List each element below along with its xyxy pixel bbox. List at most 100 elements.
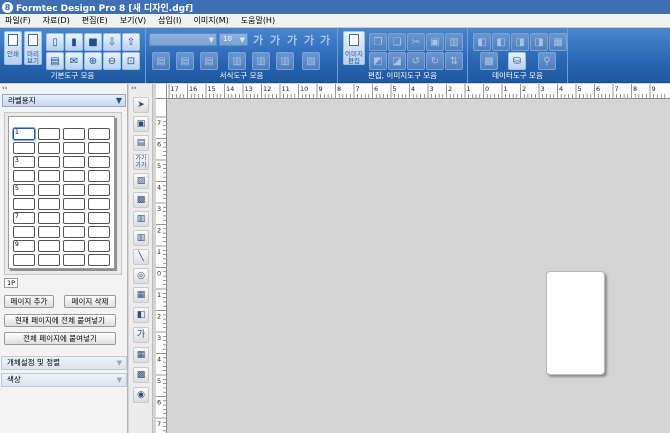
label-cell[interactable] [63,212,85,224]
clipart-tool[interactable]: ▩ [133,367,149,383]
text-tool[interactable]: 가가 가가 [133,154,149,170]
label-cell[interactable] [88,128,110,140]
label-cell[interactable] [88,212,110,224]
valign-bottom-button[interactable]: ▥ [276,52,294,70]
label-cell[interactable] [38,212,60,224]
label-design-card[interactable] [546,271,605,375]
select-tool[interactable]: ➤ [133,97,149,113]
label-cell[interactable] [38,128,60,140]
data-link-button[interactable]: ▩ [480,52,498,70]
picture-tool[interactable]: ▨ [133,173,149,189]
label-cell[interactable] [88,240,110,252]
add-page-button[interactable]: 페이지 추가 [4,295,54,308]
label-cell[interactable] [13,198,35,210]
label-cell[interactable] [88,156,110,168]
label-cell[interactable]: 7 [13,212,35,224]
label-cell[interactable] [38,240,60,252]
italic-button[interactable]: 가 [270,32,280,48]
label-cell[interactable] [38,142,60,154]
preview-button[interactable]: 미리 보기 [24,31,42,65]
menu-edit[interactable]: 편집(E) [82,15,108,26]
cut-button[interactable]: ✂ [407,33,425,51]
data-last-button[interactable]: ◨ [530,33,548,51]
label-cell[interactable]: 1 [12,127,36,141]
label-cell[interactable] [88,184,110,196]
menu-data[interactable]: 자료(D) [43,15,70,26]
gradient-tool[interactable]: ◧ [133,307,149,323]
clipboard-button[interactable]: ▣ [426,33,444,51]
toolstrip-collapse-handle[interactable]: ›› [129,84,152,93]
menu-view[interactable]: 보기(V) [120,15,146,26]
label-cell[interactable] [63,254,85,266]
label-cell[interactable] [38,170,60,182]
label-type-select[interactable]: 라벨용지 ▼ [2,94,126,107]
zoom-fit-button[interactable]: ⊡ [122,52,140,70]
data-table-button[interactable]: ▦ [549,33,567,51]
data-next-button[interactable]: ◨ [511,33,529,51]
label-cell[interactable] [63,128,85,140]
insert-page-button[interactable]: ▤ [46,52,64,70]
data-prev-button[interactable]: ◧ [492,33,510,51]
export-button[interactable]: ⇩ [103,33,121,51]
label-cell[interactable] [38,198,60,210]
bring-front-button[interactable]: ◩ [369,52,387,70]
vertical-text-tool[interactable]: 가 [133,327,149,343]
label-cell[interactable] [38,226,60,238]
open-file-button[interactable]: ▮ [65,33,83,51]
label-cell[interactable] [88,198,110,210]
font-name-select[interactable]: ▼ [149,33,217,46]
zoom-in-button[interactable]: ⊕ [84,52,102,70]
label-cell[interactable] [88,254,110,266]
align-center-button[interactable]: ▤ [176,52,194,70]
label-cell[interactable] [63,226,85,238]
label-cell[interactable] [13,254,35,266]
paste-all-current-page-button[interactable]: 현재 페이지에 전체 붙여넣기 [4,314,116,327]
barcode-tool[interactable]: ▥ [133,211,149,227]
color-section[interactable]: 색상 ▼ [1,373,127,387]
label-cell[interactable] [63,142,85,154]
image-tool[interactable]: ▣ [133,116,149,132]
rotate-left-button[interactable]: ↺ [407,52,425,70]
label-cell[interactable] [88,142,110,154]
table-tool[interactable]: ▦ [133,347,149,363]
label-cell[interactable] [38,254,60,266]
label-cell[interactable] [63,198,85,210]
panel-collapse-handle[interactable]: ›› [0,84,127,93]
qr-tool[interactable]: ▩ [133,192,149,208]
label-cell[interactable] [63,184,85,196]
label-cell[interactable]: 5 [13,184,35,196]
stamp-tool[interactable]: ◉ [133,387,149,403]
label-cell[interactable]: 3 [13,156,35,168]
shadow-button[interactable]: 가 [320,32,330,48]
data-import-button[interactable]: ⛁ [508,52,526,70]
menu-file[interactable]: 파일(F) [5,15,31,26]
design-canvas[interactable] [168,100,670,433]
shape-tool[interactable]: ◎ [133,268,149,284]
indent-button[interactable]: ▧ [302,52,320,70]
data-first-button[interactable]: ◧ [473,33,491,51]
data-search-button[interactable]: ⚲ [538,52,556,70]
barcode2-tool[interactable]: ▥ [133,230,149,246]
label-cell[interactable] [63,156,85,168]
underline-button[interactable]: 가 [287,32,297,48]
import-button[interactable]: ⇧ [122,33,140,51]
new-file-button[interactable]: ▯ [46,33,64,51]
label-cell[interactable]: 9 [13,240,35,252]
email-button[interactable]: ✉ [65,52,83,70]
menu-image[interactable]: 이미지(M) [194,15,229,26]
object-settings-section[interactable]: 개체설정 및 정렬 ▼ [1,356,127,370]
bold-button[interactable]: 가 [253,32,263,48]
align-left-button[interactable]: ▤ [152,52,170,70]
grid-tool[interactable]: ▦ [133,287,149,303]
paste-button[interactable]: ❏ [388,33,406,51]
menu-help[interactable]: 도움말(H) [241,15,275,26]
image-edit-button[interactable]: 이미지 편집 [343,31,365,65]
label-cell[interactable] [13,170,35,182]
valign-top-button[interactable]: ▥ [228,52,246,70]
label-cell[interactable] [13,142,35,154]
page-tab-1[interactable]: 1P [4,278,18,288]
label-cell[interactable] [63,170,85,182]
menu-insert[interactable]: 삽입(I) [158,15,181,26]
flip-button[interactable]: ⇅ [445,52,463,70]
align-right-button[interactable]: ▤ [200,52,218,70]
